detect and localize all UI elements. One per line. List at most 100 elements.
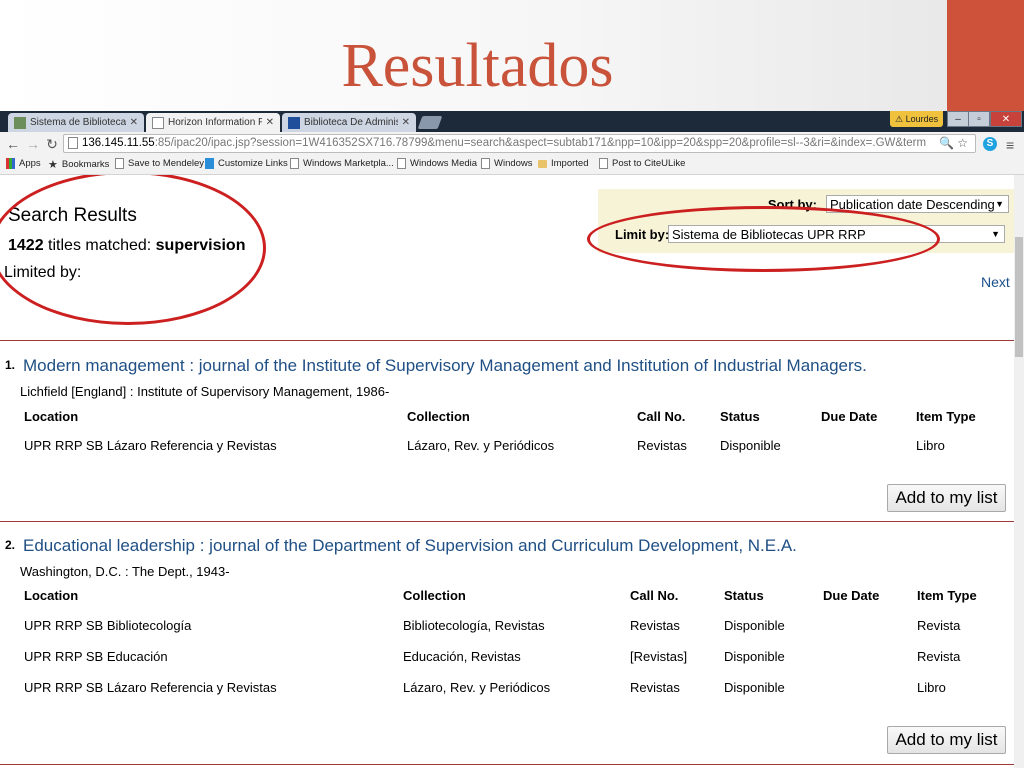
column-header-status: Status [724,588,764,603]
page-icon [599,158,608,169]
add-to-my-list-button[interactable]: Add to my list [887,726,1006,754]
record-publication: Lichfield [England] : Institute of Super… [20,384,390,399]
bae-favicon-icon [288,116,300,129]
bookmark-label: Imported [551,158,589,169]
dropdown-caret-icon: ▼ [995,199,1004,209]
new-tab-button[interactable] [417,116,443,129]
close-tab-icon[interactable]: ✕ [402,117,410,128]
skype-extension-icon[interactable]: S [983,137,997,151]
next-page-link[interactable]: Next [981,274,1010,290]
bookmark-save-to-mendeley[interactable]: Save to Mendeley [115,158,204,169]
cell-collection: Bibliotecología, Revistas [403,618,545,633]
cell-location: UPR RRP SB Bibliotecología [24,618,192,633]
cell-status: Disponible [724,680,785,695]
dropdown-caret-icon: ▼ [991,229,1000,239]
record-number: 1. [5,358,16,372]
cell-collection: Lázaro, Rev. y Periódicos [407,438,555,453]
address-bar[interactable]: 136.145.11.55:85/ipac20/ipac.jsp?session… [63,134,976,153]
tab-label: Biblioteca De Administrac [304,117,398,128]
page-icon [115,158,124,169]
bookmark-windows[interactable]: Windows [481,158,533,169]
bookmark-label: Windows Media [410,158,478,169]
bookmark-post-to-citeulike[interactable]: Post to CiteULike [599,158,685,169]
tab-sistema-bibliotecas[interactable]: Sistema de Bibliotecas ✕ [8,113,144,132]
forward-arrow-icon[interactable]: → [24,135,42,153]
cell-location: UPR RRP SB Lázaro Referencia y Revistas [24,438,277,453]
profile-badge[interactable]: ⚠ Lourdes [890,111,944,127]
cell-call-no: Revistas [637,438,687,453]
browser-toolbar: ← → ↻ 136.145.11.55:85/ipac20/ipac.jsp?s… [0,132,1024,157]
record-title-link[interactable]: Educational leadership : journal of the … [23,536,797,556]
cell-item-type: Revista [917,649,961,664]
page-icon [290,158,299,169]
tab-biblioteca-administracion[interactable]: Biblioteca De Administrac ✕ [282,113,416,132]
bookmark-bookmarks[interactable]: ★ Bookmarks [48,158,109,171]
customize-links-icon [205,158,214,169]
cell-status: Disponible [724,649,785,664]
column-header-call-no: Call No. [630,588,679,603]
folder-icon [538,159,547,168]
bookmark-star-icon[interactable]: ☆ [957,136,968,150]
column-header-due-date: Due Date [823,588,880,603]
record-publication: Washington, D.C. : The Dept., 1943- [20,564,230,579]
close-window-button[interactable]: ✕ [990,111,1022,127]
column-header-due-date: Due Date [821,409,878,424]
cell-status: Disponible [724,618,785,633]
record-number: 2. [5,538,16,552]
cell-item-type: Revista [917,618,961,633]
close-tab-icon[interactable]: ✕ [130,117,138,128]
cell-call-no: Revistas [630,680,680,695]
cell-collection: Educación, Revistas [403,649,521,664]
page-favicon-icon [152,116,164,129]
page-content: Search Results 1422 titles matched: supe… [0,175,1014,768]
bookmark-label: Windows Marketpla... [303,158,394,169]
page-scrollbar[interactable] [1014,175,1024,768]
page-icon [397,158,406,169]
browser-tab-bar: Sistema de Bibliotecas ✕ Horizon Informa… [0,111,1024,132]
add-to-my-list-button[interactable]: Add to my list [887,484,1006,512]
url-path: :85/ipac20/ipac.jsp?session=1W416352SX71… [154,137,927,149]
record-title-link[interactable]: Modern management : journal of the Insti… [23,356,867,376]
bookmark-apps[interactable]: Apps [6,158,41,169]
star-icon: ★ [48,159,58,171]
tab-horizon-information-portal[interactable]: Horizon Information Porta ✕ [146,113,280,132]
divider [0,340,1014,341]
back-arrow-icon[interactable]: ← [4,135,22,153]
bookmark-customize-links[interactable]: Customize Links [205,158,288,169]
column-header-item-type: Item Type [917,588,977,603]
minimize-button[interactable]: – [947,111,969,127]
bookmark-label: Save to Mendeley [128,158,205,169]
browser-menu-icon[interactable]: ≡ [1006,137,1014,153]
page-icon [481,158,490,169]
column-header-item-type: Item Type [916,409,976,424]
bookmarks-bar: Apps ★ Bookmarks Save to Mendeley Customi… [0,156,1024,175]
tab-label: Horizon Information Porta [168,117,262,128]
close-tab-icon[interactable]: ✕ [266,117,274,128]
bookmark-windows-media[interactable]: Windows Media [397,158,477,169]
maximize-button[interactable]: ▫ [968,111,990,127]
bookmark-label: Bookmarks [61,159,110,170]
bookmark-windows-marketplace[interactable]: Windows Marketpla... [290,158,394,169]
slide-header: Resultados [0,0,1024,112]
column-header-status: Status [720,409,760,424]
zoom-icon[interactable]: 🔍 [939,136,954,150]
page-info-icon [68,137,78,149]
scrollbar-thumb[interactable] [1015,237,1023,357]
column-header-location: Location [24,409,79,424]
column-header-call-no: Call No. [637,409,686,424]
apps-grid-icon [6,158,15,169]
bookmark-label: Customize Links [218,158,288,169]
cell-item-type: Libro [916,438,945,453]
reload-icon[interactable]: ↻ [43,135,61,153]
column-header-location: Location [24,588,79,603]
library-favicon-icon [14,116,26,129]
warning-icon: ⚠ [895,113,906,124]
cell-location: UPR RRP SB Educación [24,649,168,664]
bookmark-label: Apps [19,158,41,169]
url-host: 136.145.11.55 [82,137,155,149]
annotation-oval-results [0,175,266,325]
cell-collection: Lázaro, Rev. y Periódicos [403,680,551,695]
cell-location: UPR RRP SB Lázaro Referencia y Revistas [24,680,277,695]
bookmark-imported[interactable]: Imported [538,158,589,169]
cell-call-no: Revistas [630,618,680,633]
